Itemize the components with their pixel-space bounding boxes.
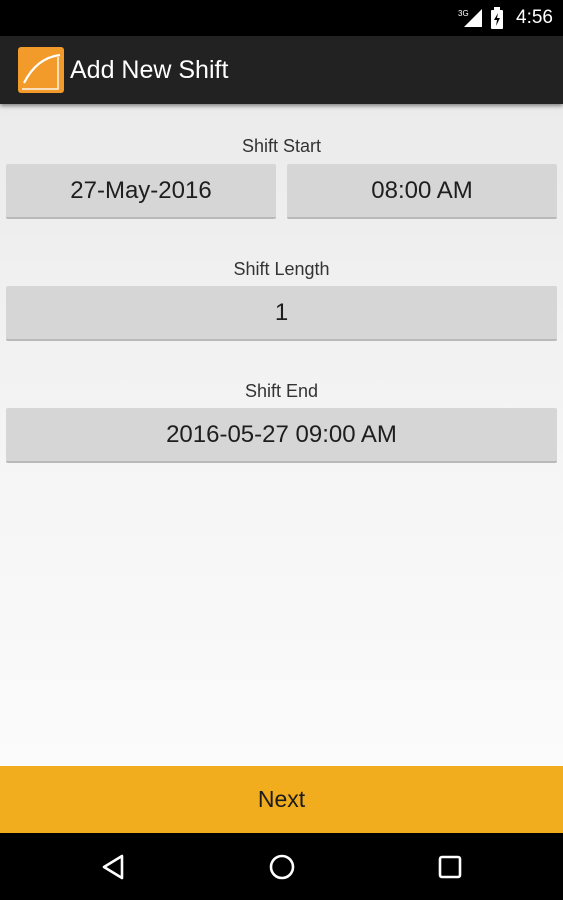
recents-icon[interactable] — [410, 833, 490, 900]
status-bar: 3G 4:56 — [0, 0, 563, 36]
battery-icon — [490, 7, 504, 29]
shift-length-label: Shift Length — [233, 259, 330, 279]
status-icons: 3G 4:56 — [458, 0, 553, 36]
shift-end-button[interactable]: 2016-05-27 09:00 AM — [6, 408, 557, 463]
action-bar: Add New Shift — [0, 36, 563, 104]
status-time: 4:56 — [516, 7, 553, 28]
shift-end-label: Shift End — [244, 381, 319, 401]
shift-form: Shift Start 27-May-2016 08:00 AM Shift L… — [0, 104, 563, 766]
app-logo-icon — [18, 47, 64, 93]
network-3g-icon: 3G — [458, 9, 469, 18]
shift-start-date-button[interactable]: 27-May-2016 — [6, 164, 276, 219]
next-button[interactable]: Next — [0, 766, 563, 833]
signal-icon: 3G — [458, 7, 484, 29]
page-title: Add New Shift — [70, 55, 229, 84]
shift-start-time-button[interactable]: 08:00 AM — [287, 164, 557, 219]
home-icon[interactable] — [242, 833, 322, 900]
back-icon[interactable] — [73, 833, 153, 900]
shift-start-label: Shift Start — [241, 136, 322, 156]
nav-bar — [0, 833, 563, 900]
shift-length-button[interactable]: 1 — [6, 286, 557, 341]
